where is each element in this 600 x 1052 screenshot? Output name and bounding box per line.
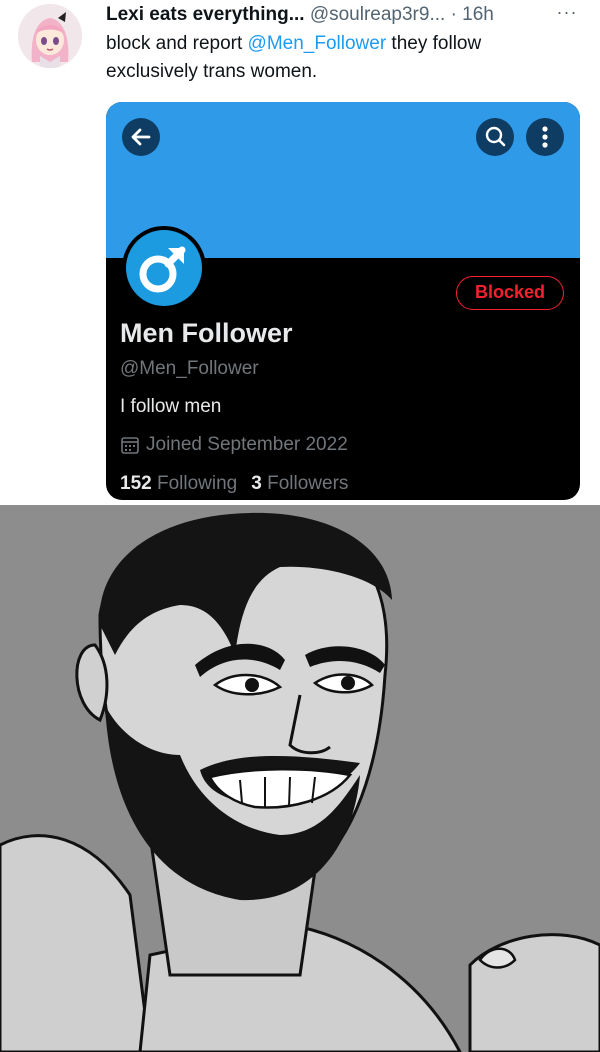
tweet-text: block and report @Men_Follower they foll… bbox=[106, 30, 536, 86]
more-vertical-icon bbox=[542, 126, 548, 148]
followers-count: 3 bbox=[251, 473, 262, 494]
back-button[interactable] bbox=[122, 118, 160, 156]
more-options-button[interactable]: ··· bbox=[552, 2, 582, 26]
calendar-icon bbox=[121, 437, 139, 454]
tweet-meta: Lexi eats everything... @soulreap3r9... … bbox=[106, 2, 586, 28]
tweet-text-start: block and report bbox=[106, 33, 248, 54]
blocked-button[interactable]: Blocked bbox=[456, 276, 564, 310]
following-label: Following bbox=[156, 473, 238, 494]
avatar-circle bbox=[126, 230, 202, 306]
search-button[interactable] bbox=[476, 118, 514, 156]
author-handle[interactable]: @soulreap3r9... bbox=[310, 4, 445, 25]
tweet: Lexi eats everything... @soulreap3r9... … bbox=[0, 0, 600, 505]
following-count: 152 bbox=[120, 473, 152, 494]
follow-stats: 152 Following 3 Followers bbox=[120, 473, 348, 495]
author-avatar[interactable] bbox=[18, 4, 82, 68]
male-symbol-icon bbox=[139, 246, 186, 293]
tweet-time[interactable]: 16h bbox=[462, 4, 494, 25]
profile-joined: Joined September 2022 bbox=[120, 434, 348, 456]
joined-date: Joined September 2022 bbox=[146, 434, 348, 455]
followers-label: Followers bbox=[267, 473, 349, 494]
more-horizontal-icon: ··· bbox=[556, 2, 578, 22]
more-menu-button[interactable] bbox=[526, 118, 564, 156]
mention-link[interactable]: @Men_Follower bbox=[248, 33, 387, 54]
profile-screenshot[interactable]: Blocked Men Follower @Men_Follower I fol… bbox=[106, 102, 580, 500]
following-link[interactable]: 152 Following bbox=[120, 473, 237, 494]
search-icon bbox=[485, 126, 506, 147]
gigachad-meme-image bbox=[0, 505, 600, 1052]
profile-display-name: Men Follower bbox=[120, 318, 293, 348]
profile-avatar[interactable] bbox=[122, 226, 206, 310]
profile-handle: @Men_Follower bbox=[120, 358, 259, 379]
profile-bio: I follow men bbox=[120, 396, 222, 417]
arrow-left-icon bbox=[131, 128, 151, 146]
followers-link[interactable]: 3 Followers bbox=[251, 473, 348, 494]
author-name[interactable]: Lexi eats everything... bbox=[106, 4, 305, 25]
separator-dot: · bbox=[450, 4, 457, 25]
